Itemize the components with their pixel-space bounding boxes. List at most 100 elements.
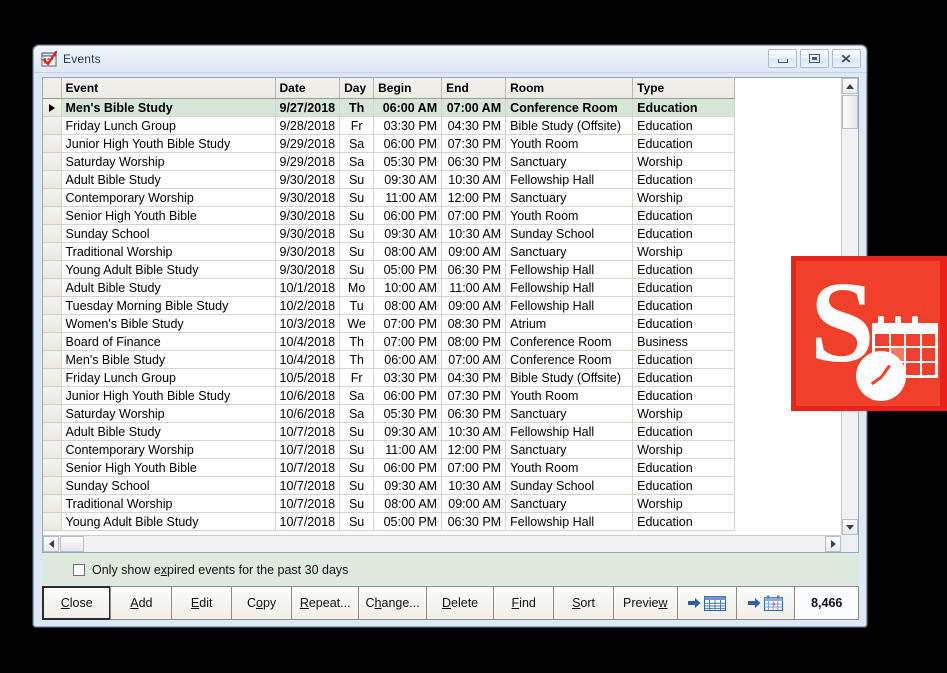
cell-room: Fellowship Hall xyxy=(505,278,634,297)
table-row[interactable]: Contemporary Worship 9/30/2018 Su 11:00 AM 1… xyxy=(43,188,736,207)
close-button[interactable]: Close xyxy=(42,586,112,620)
table-row[interactable]: Traditional Worship 10/7/2018 Su 08:00 AM 09… xyxy=(43,494,736,513)
vertical-scroll-thumb[interactable] xyxy=(842,95,858,129)
copy-button[interactable]: Copy xyxy=(231,586,292,620)
close-window-button[interactable]: ✕ xyxy=(832,49,861,68)
cell-type: Education xyxy=(632,314,736,333)
table-row[interactable]: Senior High Youth Bible 10/7/2018 Su 06:00 … xyxy=(43,458,736,477)
cell-room: Fellowship Hall xyxy=(505,260,634,279)
cell-date: 10/2/2018 xyxy=(275,296,341,315)
table-row[interactable]: Men's Bible Study 9/27/2018 Th 06:00 AM 07:0… xyxy=(43,98,736,117)
repeat-button-label: Repeat... xyxy=(299,596,351,610)
column-header-begin[interactable]: Begin xyxy=(373,78,443,99)
table-row[interactable]: Traditional Worship 9/30/2018 Su 08:00 AM 09… xyxy=(43,242,736,261)
calendar-icon xyxy=(763,595,783,611)
row-selector-cell[interactable] xyxy=(43,116,62,135)
row-selector-cell[interactable] xyxy=(43,134,62,153)
cell-end: 06:30 PM xyxy=(441,512,507,531)
table-row[interactable]: Senior High Youth Bible 9/30/2018 Su 06:00 … xyxy=(43,206,736,225)
row-selector-cell[interactable] xyxy=(43,260,62,279)
table-row[interactable]: Board of Finance 10/4/2018 Th 07:00 PM 08:00… xyxy=(43,332,736,351)
cell-end: 07:30 PM xyxy=(441,386,507,405)
horizontal-scrollbar[interactable] xyxy=(43,535,841,552)
table-row[interactable]: Sunday School 10/7/2018 Su 09:30 AM 10:30 AM… xyxy=(43,476,736,495)
row-selector-cell[interactable] xyxy=(43,332,62,351)
row-selector-cell[interactable] xyxy=(43,98,62,117)
table-row[interactable]: Tuesday Morning Bible Study 10/2/2018 Tu 08… xyxy=(43,296,736,315)
events-grid-viewport: Event Date Day Begin End Room Type Men's… xyxy=(43,78,841,535)
table-row[interactable]: Adult Bible Study 10/7/2018 Su 09:30 AM 10:3… xyxy=(43,422,736,441)
row-selector-cell[interactable] xyxy=(43,512,62,531)
find-button[interactable]: Find xyxy=(493,586,555,620)
scroll-up-button[interactable] xyxy=(842,78,858,94)
window-title: Events xyxy=(63,52,101,66)
table-row[interactable]: Adult Bible Study 9/30/2018 Su 09:30 AM 10:3… xyxy=(43,170,736,189)
scroll-right-button[interactable] xyxy=(825,536,841,552)
row-selector-cell[interactable] xyxy=(43,242,62,261)
sort-button[interactable]: Sort xyxy=(553,586,614,620)
table-row[interactable]: Sunday School 9/30/2018 Su 09:30 AM 10:30 AM… xyxy=(43,224,736,243)
cell-date: 9/27/2018 xyxy=(275,98,341,117)
column-header-date[interactable]: Date xyxy=(275,78,341,99)
repeat-button[interactable]: Repeat... xyxy=(290,586,360,620)
cell-date: 10/4/2018 xyxy=(275,332,341,351)
row-selector-cell[interactable] xyxy=(43,296,62,315)
cell-day: Su xyxy=(339,242,375,261)
column-header-event[interactable]: Event xyxy=(61,78,276,99)
table-row[interactable]: Junior High Youth Bible Study 9/29/2018 Sa… xyxy=(43,134,736,153)
row-selector-cell[interactable] xyxy=(43,350,62,369)
row-selector-cell[interactable] xyxy=(43,386,62,405)
row-selector-cell[interactable] xyxy=(43,458,62,477)
edit-button[interactable]: Edit xyxy=(171,586,233,620)
cell-day: Fr xyxy=(339,116,375,135)
row-selector-cell[interactable] xyxy=(43,188,62,207)
cell-end: 06:30 PM xyxy=(441,404,507,423)
table-row[interactable]: Junior High Youth Bible Study 10/6/2018 Sa… xyxy=(43,386,736,405)
row-selector-cell[interactable] xyxy=(43,368,62,387)
delete-button[interactable]: Delete xyxy=(425,586,495,620)
cell-day: We xyxy=(339,314,375,333)
export-to-spreadsheet-button[interactable] xyxy=(676,586,737,620)
row-selector-cell[interactable] xyxy=(43,476,62,495)
cell-begin: 06:00 PM xyxy=(373,134,443,153)
scroll-down-button[interactable] xyxy=(842,519,858,535)
table-row[interactable]: Contemporary Worship 10/7/2018 Su 11:00 AM 1… xyxy=(43,440,736,459)
table-row[interactable]: Men's Bible Study 10/4/2018 Th 06:00 AM 07:0… xyxy=(43,350,736,369)
row-selector-cell[interactable] xyxy=(43,494,62,513)
row-selector-cell[interactable] xyxy=(43,314,62,333)
row-selector-cell[interactable] xyxy=(43,278,62,297)
expired-events-checkbox[interactable] xyxy=(73,563,85,576)
row-selector-cell[interactable] xyxy=(43,170,62,189)
table-row[interactable]: Women's Bible Study 10/3/2018 We 07:00 PM 08… xyxy=(43,314,736,333)
change-button[interactable]: Change... xyxy=(358,586,427,620)
cell-end: 07:00 PM xyxy=(441,458,507,477)
table-row[interactable]: Young Adult Bible Study 10/7/2018 Su 05:00 … xyxy=(43,512,736,531)
table-row[interactable]: Saturday Worship 10/6/2018 Sa 05:30 PM 06:30… xyxy=(43,404,736,423)
column-header-type[interactable]: Type xyxy=(632,78,736,99)
cell-date: 10/5/2018 xyxy=(275,368,341,387)
row-selector-cell[interactable] xyxy=(43,440,62,459)
row-selector-cell[interactable] xyxy=(43,422,62,441)
table-row[interactable]: Friday Lunch Group 9/28/2018 Fr 03:30 PM 04:… xyxy=(43,116,736,135)
row-selector-cell[interactable] xyxy=(43,224,62,243)
current-record-arrow-icon xyxy=(48,104,55,113)
row-selector-cell[interactable] xyxy=(43,206,62,225)
add-button[interactable]: Add xyxy=(110,586,173,620)
export-to-calendar-button[interactable] xyxy=(735,586,796,620)
horizontal-scroll-thumb[interactable] xyxy=(60,536,84,552)
table-row[interactable]: Young Adult Bible Study 9/30/2018 Su 05:00 … xyxy=(43,260,736,279)
column-header-end[interactable]: End xyxy=(441,78,507,99)
table-row[interactable]: Saturday Worship 9/29/2018 Sa 05:30 PM 06:30… xyxy=(43,152,736,171)
preview-button[interactable]: Preview xyxy=(612,586,678,620)
row-selector-cell[interactable] xyxy=(43,404,62,423)
table-row[interactable]: Friday Lunch Group 10/5/2018 Fr 03:30 PM 04:… xyxy=(43,368,736,387)
maximize-button[interactable] xyxy=(800,49,829,68)
minimize-button[interactable] xyxy=(768,49,797,68)
column-header-day[interactable]: Day xyxy=(339,78,375,99)
cell-begin: 08:00 AM xyxy=(373,296,443,315)
row-selector-cell[interactable] xyxy=(43,152,62,171)
table-row[interactable]: Adult Bible Study 10/1/2018 Mo 10:00 AM 11:0… xyxy=(43,278,736,297)
column-header-room[interactable]: Room xyxy=(505,78,634,99)
cell-date: 9/30/2018 xyxy=(275,242,341,261)
scroll-left-button[interactable] xyxy=(43,536,59,552)
